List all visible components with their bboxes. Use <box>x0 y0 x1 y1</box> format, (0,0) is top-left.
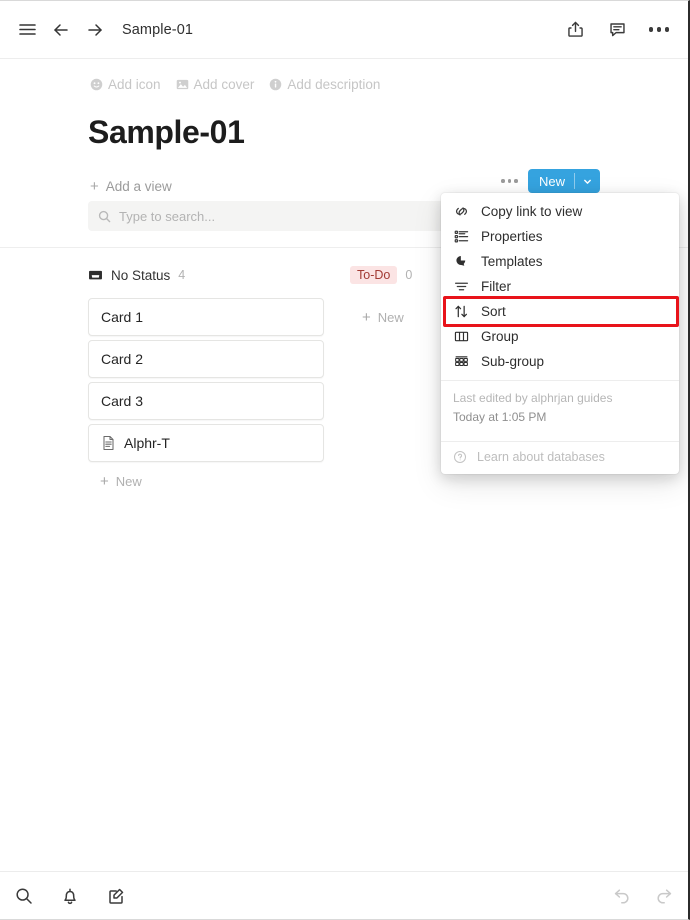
arrow-right-icon[interactable] <box>78 13 112 47</box>
view-toolbar: + Add a view New <box>0 151 688 199</box>
menu-item-label: Filter <box>481 279 511 294</box>
learn-label: Learn about databases <box>477 450 605 465</box>
image-icon <box>176 78 189 91</box>
plus-icon: + <box>362 308 371 326</box>
menu-item-copy-link-to-view[interactable]: Copy link to view <box>441 199 679 224</box>
card-title: Card 2 <box>101 351 144 367</box>
app-window: Sample-01 Add icon Add cover Add descrip… <box>0 0 690 920</box>
menu-item-properties[interactable]: Properties <box>441 224 679 249</box>
search-placeholder: Type to search... <box>119 208 216 224</box>
view-actions-group: New <box>501 169 600 193</box>
card-title: Card 3 <box>101 393 144 409</box>
view-more-icon[interactable] <box>501 179 518 183</box>
sort-arrows-icon <box>453 303 470 320</box>
page-title[interactable]: Sample-01 <box>0 92 688 151</box>
new-item-button[interactable]: New <box>527 169 600 193</box>
last-edited-by: Last edited by alphrjan guides <box>453 391 613 405</box>
templates-icon <box>453 253 470 270</box>
menu-item-sub-group[interactable]: Sub-group <box>441 349 679 374</box>
column-header[interactable]: No Status 4 <box>88 264 350 286</box>
add-icon-button[interactable]: Add icon <box>90 77 161 92</box>
card-title: Alphr-T <box>124 435 170 451</box>
sub-group-grid-icon <box>453 353 470 370</box>
page-meta-actions: Add icon Add cover Add description <box>0 59 688 92</box>
add-view-button[interactable]: + Add a view <box>90 179 172 194</box>
menu-item-label: Copy link to view <box>481 204 583 219</box>
board-card[interactable]: Alphr-T <box>88 424 324 462</box>
bottom-toolbar <box>0 871 688 919</box>
question-circle-icon <box>453 450 467 464</box>
add-description-button[interactable]: Add description <box>269 77 380 92</box>
menu-last-edited-info: Last edited by alphrjan guides Today at … <box>441 381 679 435</box>
add-card-button[interactable]: + New <box>88 466 350 489</box>
add-card-label: New <box>377 309 404 325</box>
plus-icon: + <box>90 177 99 195</box>
chevron-down-icon[interactable] <box>575 177 600 186</box>
add-icon-label: Add icon <box>108 77 161 92</box>
learn-about-databases-link[interactable]: Learn about databases <box>441 442 679 474</box>
more-horizontal-icon[interactable] <box>642 13 676 47</box>
compose-icon[interactable] <box>106 886 126 906</box>
link-icon <box>453 203 470 220</box>
list-properties-icon <box>453 228 470 245</box>
board-card[interactable]: Card 2 <box>88 340 324 378</box>
search-icon <box>98 210 111 223</box>
comment-icon[interactable] <box>600 13 634 47</box>
top-bar-left-group: Sample-01 <box>0 13 193 47</box>
menu-item-label: Templates <box>481 254 543 269</box>
add-cover-label: Add cover <box>193 77 255 92</box>
search-icon[interactable] <box>14 886 34 906</box>
add-view-label: Add a view <box>105 178 172 194</box>
info-icon <box>269 78 282 91</box>
bottom-toolbar-left <box>14 886 126 906</box>
top-bar-right-group <box>558 13 688 47</box>
column-name: To-Do <box>350 266 398 284</box>
last-edited-time: Today at 1:05 PM <box>453 409 547 424</box>
menu-item-sort[interactable]: Sort <box>441 299 679 324</box>
inbox-icon <box>88 268 103 283</box>
card-title: Card 1 <box>101 309 144 325</box>
share-icon[interactable] <box>558 13 592 47</box>
menu-item-label: Properties <box>481 229 543 244</box>
group-columns-icon <box>453 328 470 345</box>
menu-item-filter[interactable]: Filter <box>441 274 679 299</box>
breadcrumb-title[interactable]: Sample-01 <box>122 22 193 38</box>
arrow-left-icon[interactable] <box>44 13 78 47</box>
document-icon <box>101 435 116 451</box>
redo-icon[interactable] <box>654 886 674 906</box>
bottom-toolbar-right <box>612 886 674 906</box>
bell-icon[interactable] <box>60 886 80 906</box>
filter-icon <box>453 278 470 295</box>
column-name: No Status <box>111 267 171 283</box>
add-card-label: New <box>115 474 142 489</box>
menu-item-label: Sort <box>481 304 506 319</box>
add-description-label: Add description <box>287 77 381 92</box>
top-navigation-bar: Sample-01 <box>0 1 688 59</box>
plus-icon: + <box>100 473 109 490</box>
column-count: 4 <box>178 268 186 282</box>
board-card[interactable]: Card 1 <box>88 298 324 336</box>
view-options-menu: Copy link to view Properties Templates F… <box>441 193 679 475</box>
add-cover-button[interactable]: Add cover <box>176 77 255 92</box>
board-card[interactable]: Card 3 <box>88 382 324 420</box>
hamburger-icon[interactable] <box>10 13 44 47</box>
menu-item-group[interactable]: Group <box>441 324 679 349</box>
board-column-no-status: No Status 4 Card 1 Card 2 Card 3 Alphr-T… <box>88 264 350 489</box>
menu-item-label: Sub-group <box>481 354 545 369</box>
new-button-label: New <box>538 173 565 189</box>
smiley-icon <box>90 78 103 91</box>
column-count: 0 <box>405 268 413 282</box>
menu-item-templates[interactable]: Templates <box>441 249 679 274</box>
undo-icon[interactable] <box>612 886 632 906</box>
menu-item-label: Group <box>481 329 519 344</box>
